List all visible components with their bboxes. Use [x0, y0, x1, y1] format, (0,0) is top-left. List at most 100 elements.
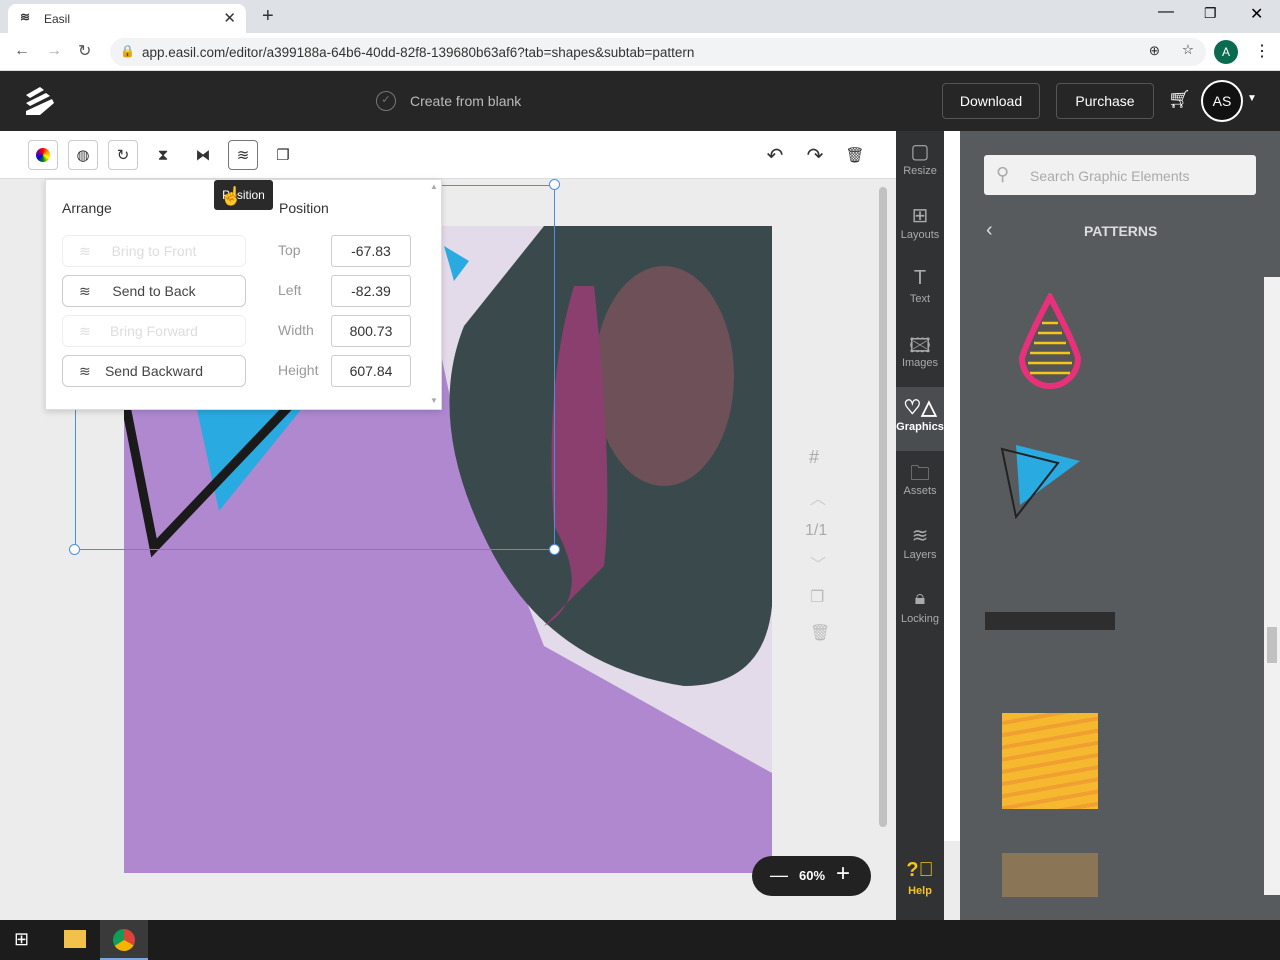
pattern-stripe-thumbnail[interactable] [985, 612, 1115, 630]
canvas-scrollbar[interactable] [879, 187, 887, 827]
tab-title: Easil [44, 12, 71, 26]
back-chevron-icon[interactable]: ‹ [986, 219, 993, 242]
status-text: Create from blank [410, 93, 522, 109]
transparency-button[interactable]: ◍ [68, 140, 98, 170]
download-button[interactable]: Download [942, 83, 1040, 119]
reload-icon[interactable]: ↻ [78, 41, 91, 61]
help-label: Help [908, 885, 932, 897]
resize-handle[interactable] [549, 544, 560, 555]
flip-vertical-button[interactable]: ⧗ [148, 140, 178, 170]
sidebar-item-text[interactable]: T Text [896, 259, 944, 323]
help-icon: ?⃝ [906, 859, 934, 881]
width-input[interactable]: 800.73 [331, 315, 411, 347]
redo-button[interactable]: ↷ [800, 140, 830, 170]
easil-logo-icon[interactable] [22, 85, 58, 117]
search-placeholder: Search Graphic Elements [1030, 168, 1190, 184]
bring-forward-button[interactable]: ≋ Bring Forward [62, 315, 246, 347]
arrange-button[interactable]: ≋ [228, 140, 258, 170]
text-icon: T [913, 267, 927, 289]
panel-scrollbar[interactable] [1264, 277, 1280, 895]
delete-button[interactable]: 🗑︎ [840, 140, 870, 170]
resize-handle[interactable] [549, 179, 560, 190]
sidebar-item-layers[interactable]: ≋ Layers [896, 515, 944, 579]
layout-icon: ⊞ [911, 205, 929, 227]
popup-scroll-down[interactable]: ▼ [430, 396, 438, 405]
windows-taskbar: ⊞ [0, 920, 1280, 960]
sidebar-item-images[interactable]: 🖾 Images [896, 323, 944, 387]
panel-title: PATTERNS [1084, 223, 1158, 239]
position-heading: Position [279, 200, 329, 216]
zoom-in-button[interactable]: + [836, 860, 850, 888]
pattern-drop-thumbnail[interactable] [1016, 293, 1084, 391]
cart-icon[interactable]: 🛒︎ [1168, 89, 1191, 110]
left-label: Left [278, 282, 302, 298]
help-button[interactable]: ?⃝ Help [896, 851, 944, 915]
user-avatar[interactable]: AS [1201, 80, 1243, 122]
image-icon: 🖾 [909, 335, 931, 357]
pattern-triangle-thumbnail[interactable] [1000, 443, 1100, 519]
grid-icon[interactable]: # [809, 447, 819, 468]
button-label: Send Backward [104, 363, 204, 379]
send-to-back-button[interactable]: ≋ Send to Back [62, 275, 246, 307]
width-label: Width [278, 322, 314, 338]
sidebar-item-assets[interactable]: 🗀 Assets [896, 451, 944, 515]
left-input[interactable]: -82.39 [331, 275, 411, 307]
chrome-taskbar-button[interactable] [100, 920, 148, 960]
sidebar-item-layouts[interactable]: ⊞ Layouts [896, 195, 944, 259]
windows-start-icon[interactable]: ⊞ [14, 929, 29, 950]
restore-button[interactable]: ❐ [1204, 5, 1217, 22]
close-window-button[interactable]: ✕ [1250, 4, 1263, 24]
url-bar[interactable]: 🔒 app.easil.com/editor/a399188a-64b6-40d… [110, 38, 1206, 66]
bookmark-star-icon[interactable]: ☆ [1182, 42, 1194, 58]
chevron-down-icon[interactable]: ▼ [1247, 93, 1257, 104]
height-input[interactable]: 607.84 [331, 355, 411, 387]
folder-icon: 🗀 [910, 463, 930, 485]
top-input[interactable]: -67.83 [331, 235, 411, 267]
resize-handle[interactable] [69, 544, 80, 555]
zoom-out-button[interactable]: — [770, 865, 788, 886]
pattern-dots-thumbnail[interactable] [1002, 853, 1098, 897]
install-icon[interactable]: ⊕ [1149, 43, 1160, 59]
rail-label: Text [909, 293, 931, 305]
send-backward-button[interactable]: ≋ Send Backward [62, 355, 246, 387]
arrange-position-popup: Arrange Position ≋ Bring to Front ≋ Send t… [45, 179, 442, 410]
pattern-zigzag-thumbnail[interactable] [1002, 713, 1098, 809]
undo-button[interactable]: ↶ [760, 140, 790, 170]
forward-icon[interactable]: → [46, 42, 62, 60]
rail-label: Graphics [896, 421, 944, 433]
sidebar-item-resize[interactable]: ▢ Resize [896, 131, 944, 195]
top-label: Top [278, 242, 301, 258]
duplicate-button[interactable]: ❐ [268, 140, 298, 170]
back-icon[interactable]: ← [14, 42, 30, 60]
rotate-button[interactable]: ↻ [108, 140, 138, 170]
profile-avatar[interactable]: A [1214, 40, 1238, 64]
flip-horizontal-button[interactable]: ⧓ [188, 140, 218, 170]
duplicate-page-icon[interactable]: ❐ [810, 587, 824, 607]
sidebar-item-locking[interactable]: 🔒︎ Locking [896, 579, 944, 643]
resize-icon: ▢ [910, 141, 930, 163]
file-explorer-icon[interactable] [64, 930, 86, 948]
lock-icon: 🔒 [120, 44, 135, 58]
search-input[interactable]: ⚲ Search Graphic Elements [984, 155, 1256, 195]
close-tab-icon[interactable]: ✕ [223, 9, 236, 27]
duplicate-icon: ❐ [276, 147, 290, 164]
popup-scroll-up[interactable]: ▲ [430, 182, 438, 191]
bring-to-front-button[interactable]: ≋ Bring to Front [62, 235, 246, 267]
new-tab-button[interactable]: + [262, 5, 274, 28]
page-indicator: 1/1 [805, 522, 828, 539]
delete-page-icon[interactable]: 🗑︎ [810, 623, 830, 643]
layers-icon: ≋ [79, 363, 91, 379]
graphics-panel: ⚲ Search Graphic Elements ‹ PATTERNS [960, 131, 1280, 920]
page-down-icon[interactable]: ﹀ [810, 551, 826, 575]
zoom-level: 60% [799, 868, 826, 883]
rail-scrollbar[interactable] [944, 131, 960, 841]
layers-icon: ≋ [236, 147, 250, 164]
purchase-button[interactable]: Purchase [1056, 83, 1154, 119]
page-up-icon[interactable]: ︿ [810, 485, 826, 509]
browser-tab[interactable]: ≋ Easil ✕ [8, 4, 246, 33]
minimize-button[interactable]: — [1158, 3, 1174, 21]
color-button[interactable] [28, 140, 58, 170]
sidebar-item-graphics[interactable]: ♡△ Graphics [896, 387, 944, 451]
button-label: Bring Forward [110, 323, 198, 339]
menu-dots-icon[interactable]: ⋮ [1254, 41, 1270, 61]
